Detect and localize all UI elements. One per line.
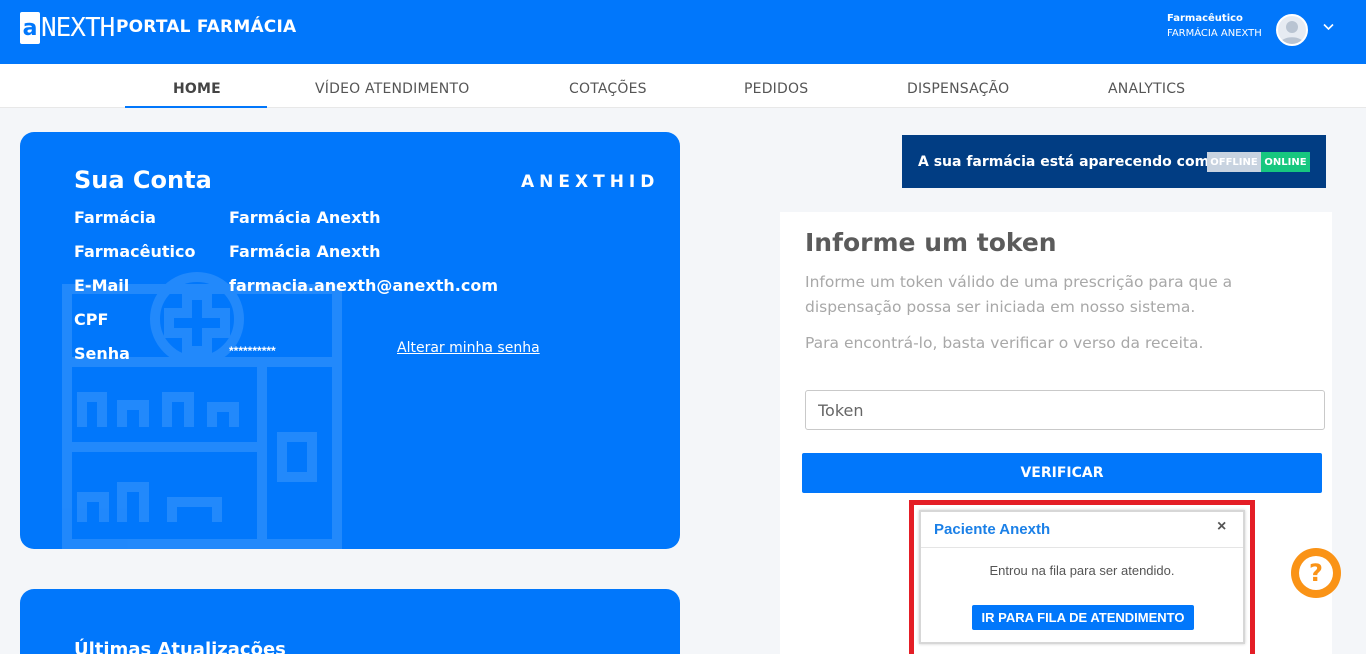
chevron-down-icon[interactable]	[1323, 18, 1334, 34]
tab-analytics[interactable]: ANALYTICS	[1108, 81, 1185, 97]
value-senha: **********	[229, 344, 276, 358]
updates-title: Últimas Atualizações	[74, 639, 286, 654]
token-title: Informe um token	[805, 228, 1057, 257]
avatar-silhouette-icon	[1280, 21, 1304, 44]
tab-pedidos[interactable]: PEDIDOS	[744, 81, 808, 97]
token-description: Informe um token válido de uma prescriçã…	[805, 273, 1233, 316]
label-farmaceutico: Farmacêutico	[74, 242, 196, 261]
tab-video-atendimento[interactable]: VÍDEO ATENDIMENTO	[315, 81, 469, 97]
label-senha: Senha	[74, 344, 130, 363]
portal-title: PORTAL FARMÁCIA	[116, 17, 297, 37]
online-status-toggle[interactable]: OFFLINE ONLINE	[1207, 152, 1310, 172]
account-card: Sua Conta ANEXTHID Farmácia Farmácia Ane…	[20, 132, 680, 549]
go-to-queue-button[interactable]: IR PARA FILA DE ATENDIMENTO	[972, 605, 1194, 630]
help-button[interactable]: ?	[1291, 548, 1341, 598]
tab-dispensacao[interactable]: DISPENSAÇÃO	[907, 81, 1009, 97]
notification-header: Paciente Anexth ×	[921, 512, 1243, 548]
notification-title: Paciente Anexth	[934, 521, 1051, 538]
token-hint: Para encontrá-lo, basta verificar o vers…	[805, 334, 1204, 352]
change-password-link[interactable]: Alterar minha senha	[397, 340, 540, 356]
patient-notification: Paciente Anexth × Entrou na fila para se…	[919, 510, 1245, 644]
label-email: E-Mail	[74, 276, 130, 295]
toggle-online-option[interactable]: ONLINE	[1261, 152, 1310, 172]
account-title: Sua Conta	[74, 166, 212, 194]
top-header: a NEXTH PORTAL FARMÁCIA Farmacêutico FAR…	[0, 0, 1366, 64]
toggle-offline-option[interactable]: OFFLINE	[1207, 152, 1261, 172]
visibility-status-banner: A sua farmácia está aparecendo como OFFL…	[902, 135, 1326, 188]
value-farmacia: Farmácia Anexth	[229, 208, 381, 227]
value-farmaceutico: Farmácia Anexth	[229, 242, 381, 261]
user-pharmacy: FARMÁCIA ANEXTH	[1167, 28, 1262, 39]
label-farmacia: Farmácia	[74, 208, 156, 227]
active-tab-indicator	[125, 106, 267, 108]
status-text: A sua farmácia está aparecendo como	[918, 154, 1219, 170]
anexthid-brand: ANEXTHID	[521, 172, 660, 192]
user-role: Farmacêutico	[1167, 13, 1243, 24]
tab-home[interactable]: HOME	[173, 81, 221, 97]
value-email: farmacia.anexth@anexth.com	[229, 276, 498, 295]
updates-card: Últimas Atualizações	[20, 589, 680, 654]
main-nav: HOME VÍDEO ATENDIMENTO COTAÇÕES PEDIDOS …	[0, 64, 1366, 108]
question-icon: ?	[1299, 556, 1333, 590]
token-input[interactable]	[805, 390, 1325, 430]
verify-button[interactable]: VERIFICAR	[802, 453, 1322, 493]
close-icon[interactable]: ×	[1217, 518, 1226, 536]
label-cpf: CPF	[74, 310, 109, 329]
tab-cotacoes[interactable]: COTAÇÕES	[569, 81, 647, 97]
logo-mark: a	[20, 12, 40, 44]
logo-text: NEXTH	[41, 13, 115, 43]
anexth-logo[interactable]: a NEXTH	[20, 11, 115, 45]
user-avatar-icon[interactable]	[1276, 14, 1308, 46]
notification-message: Entrou na fila para ser atendido.	[989, 563, 1175, 578]
